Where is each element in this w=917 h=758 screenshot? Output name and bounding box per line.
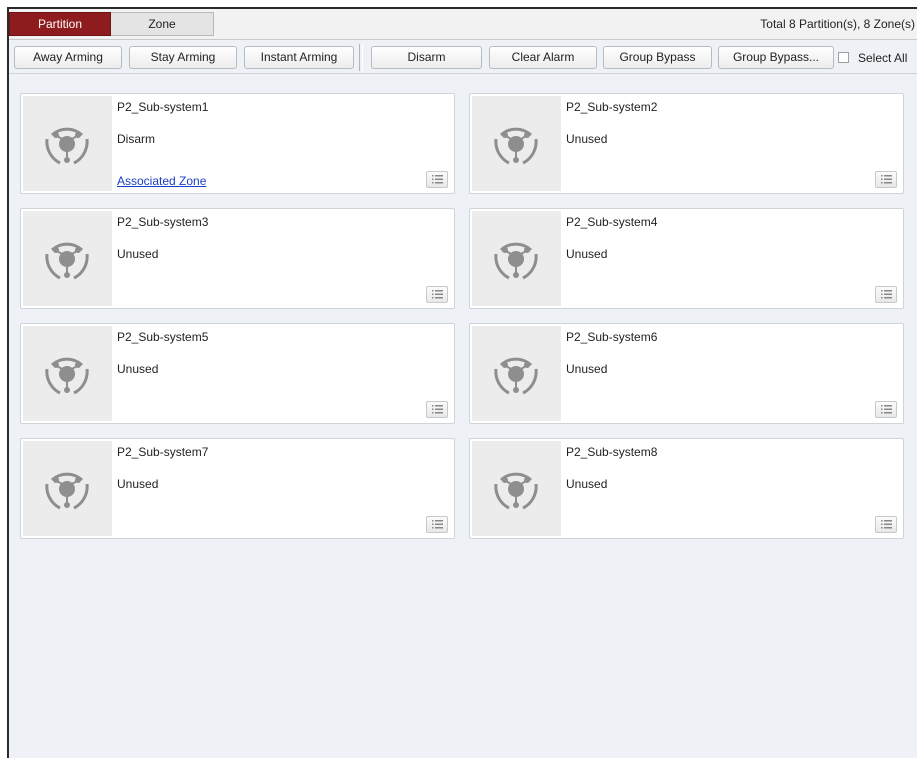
partition-status: Unused <box>117 362 159 376</box>
stay-arming-button[interactable]: Stay Arming <box>129 46 237 69</box>
partition-name: P2_Sub-system7 <box>117 445 209 459</box>
partition-icon-box <box>23 326 112 421</box>
partition-icon <box>45 357 89 395</box>
partition-name: P2_Sub-system3 <box>117 215 209 229</box>
list-menu-icon <box>881 405 892 414</box>
partition-status: Unused <box>117 477 159 491</box>
partition-icon <box>494 472 538 510</box>
associated-zone-link[interactable]: Associated Zone <box>117 174 206 188</box>
partition-icon-box <box>472 211 561 306</box>
partition-name: P2_Sub-system6 <box>566 330 658 344</box>
partition-status: Unused <box>117 247 159 261</box>
partition-icon <box>45 127 89 165</box>
partition-icon-box <box>472 441 561 536</box>
partition-status: Unused <box>566 247 608 261</box>
partition-status: Unused <box>566 132 608 146</box>
partition-icon <box>494 242 538 280</box>
partition-icon <box>45 242 89 280</box>
disarm-button[interactable]: Disarm <box>371 46 482 69</box>
partition-card[interactable]: P2_Sub-system3 Unused <box>20 208 455 309</box>
partition-name: P2_Sub-system2 <box>566 100 658 114</box>
partition-menu-button[interactable] <box>875 516 897 533</box>
partition-icon-box <box>472 96 561 191</box>
partition-status: Disarm <box>117 132 155 146</box>
partition-name: P2_Sub-system5 <box>117 330 209 344</box>
tab-partition[interactable]: Partition <box>9 12 111 36</box>
partition-menu-button[interactable] <box>426 171 448 188</box>
partition-icon <box>45 472 89 510</box>
partition-menu-button[interactable] <box>875 401 897 418</box>
partition-card[interactable]: P2_Sub-system4 Unused <box>469 208 904 309</box>
list-menu-icon <box>432 290 443 299</box>
group-bypass-more-button[interactable]: Group Bypass... <box>718 46 834 69</box>
partition-card[interactable]: P2_Sub-system1 Disarm Associated Zone <box>20 93 455 194</box>
partition-card[interactable]: P2_Sub-system5 Unused <box>20 323 455 424</box>
group-bypass-button[interactable]: Group Bypass <box>603 46 712 69</box>
partition-card[interactable]: P2_Sub-system8 Unused <box>469 438 904 539</box>
partition-card[interactable]: P2_Sub-system2 Unused <box>469 93 904 194</box>
tab-bar: Partition Zone Total 8 Partition(s), 8 Z… <box>9 9 917 40</box>
partition-icon <box>494 357 538 395</box>
action-toolbar: Away Arming Stay Arming Instant Arming D… <box>9 40 917 74</box>
partition-card[interactable]: P2_Sub-system7 Unused <box>20 438 455 539</box>
select-all-checkbox[interactable] <box>838 52 849 63</box>
partition-name: P2_Sub-system8 <box>566 445 658 459</box>
partition-icon-box <box>23 441 112 536</box>
partition-icon-box <box>23 211 112 306</box>
partition-icon-box <box>23 96 112 191</box>
select-all-label: Select All <box>858 50 908 65</box>
partition-icon <box>494 127 538 165</box>
partition-menu-button[interactable] <box>426 286 448 303</box>
partition-menu-button[interactable] <box>426 401 448 418</box>
away-arming-button[interactable]: Away Arming <box>14 46 122 69</box>
partition-menu-button[interactable] <box>875 286 897 303</box>
partition-menu-button[interactable] <box>875 171 897 188</box>
list-menu-icon <box>432 175 443 184</box>
partition-status: Unused <box>566 477 608 491</box>
tab-zone[interactable]: Zone <box>111 12 214 36</box>
partition-icon-box <box>472 326 561 421</box>
list-menu-icon <box>432 405 443 414</box>
list-menu-icon <box>881 520 892 529</box>
partition-name: P2_Sub-system4 <box>566 215 658 229</box>
partition-name: P2_Sub-system1 <box>117 100 209 114</box>
list-menu-icon <box>881 175 892 184</box>
instant-arming-button[interactable]: Instant Arming <box>244 46 354 69</box>
partition-panel: Partition Zone Total 8 Partition(s), 8 Z… <box>7 7 917 758</box>
partition-zone-summary: Total 8 Partition(s), 8 Zone(s) <box>760 17 915 31</box>
list-menu-icon <box>881 290 892 299</box>
list-menu-icon <box>432 520 443 529</box>
toolbar-divider <box>359 44 363 71</box>
partition-menu-button[interactable] <box>426 516 448 533</box>
clear-alarm-button[interactable]: Clear Alarm <box>489 46 597 69</box>
partition-card[interactable]: P2_Sub-system6 Unused <box>469 323 904 424</box>
select-all-control[interactable]: Select All <box>838 46 907 69</box>
partition-status: Unused <box>566 362 608 376</box>
